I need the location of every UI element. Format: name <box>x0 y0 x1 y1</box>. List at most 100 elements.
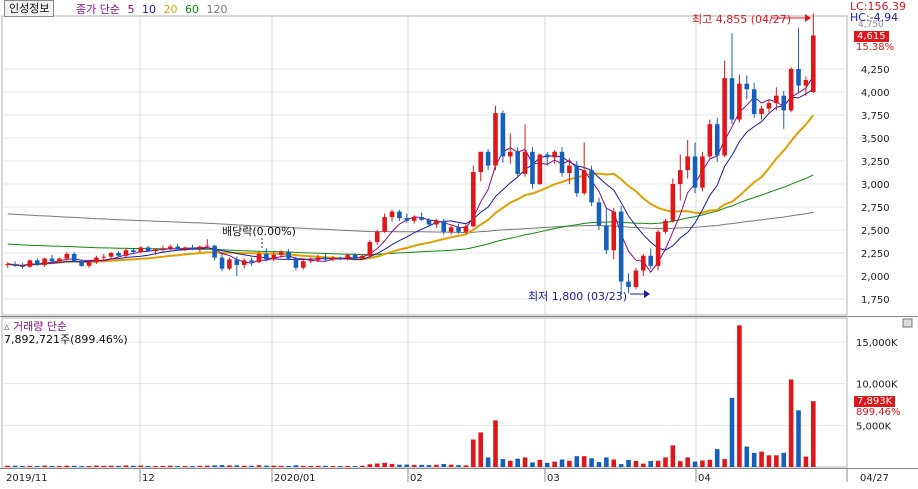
price-tick-label: 1,750 <box>861 295 890 306</box>
volume-bar <box>596 462 602 467</box>
price-frame <box>1 15 848 316</box>
ma60-label[interactable]: 60 <box>185 3 199 16</box>
volume-bar <box>249 465 254 467</box>
volume-bar <box>714 449 720 467</box>
candle-body <box>241 260 247 265</box>
candle-body <box>766 103 772 109</box>
date-tick-label: 2020/01 <box>274 473 316 484</box>
candle-body <box>663 220 668 232</box>
high-annotation: 최고 4,855 (04/27) <box>692 13 792 26</box>
price-pane <box>1 13 848 316</box>
volume-bar <box>86 466 92 467</box>
volume-bar <box>641 463 646 467</box>
price-tick-label: 3,500 <box>861 134 890 145</box>
candle-body <box>581 170 587 194</box>
price-tick-label: 2,000 <box>861 272 890 283</box>
candle-body <box>441 220 447 232</box>
volume-bar <box>337 466 343 468</box>
volume-bar <box>552 461 557 467</box>
candle-body <box>367 241 373 256</box>
candle-body <box>493 113 498 166</box>
candle-body <box>544 154 550 158</box>
stock-info-button[interactable]: 인성정보 <box>4 0 55 17</box>
candle-body <box>301 261 306 268</box>
volume-bar <box>515 458 520 467</box>
candle-body <box>774 95 779 104</box>
volume-bar <box>478 432 484 467</box>
volume-bar <box>707 459 713 467</box>
candle-body <box>116 253 121 256</box>
candle-body <box>234 259 240 265</box>
candle-body <box>670 184 676 221</box>
volume-bar <box>803 456 809 467</box>
candle-body <box>803 80 809 86</box>
candle-body <box>537 154 543 184</box>
volume-frame <box>1 317 848 468</box>
candle-body <box>574 165 580 194</box>
volume-bar <box>589 458 594 467</box>
current-volume-badge: 7,893K <box>854 396 896 407</box>
candle-body <box>626 281 631 288</box>
candle-body <box>641 255 646 271</box>
candle-body <box>722 78 727 156</box>
candle-body <box>463 226 469 232</box>
volume-bar <box>197 465 203 467</box>
volume-bar <box>308 466 314 467</box>
volume-bar <box>27 465 33 467</box>
indicator-name: 종가 단순 <box>76 3 120 16</box>
volume-bar <box>766 455 772 467</box>
volume-bar <box>94 465 99 467</box>
volume-bar <box>404 464 410 467</box>
ma20-label[interactable]: 20 <box>163 3 177 16</box>
candle-body <box>759 108 764 115</box>
volume-bar <box>567 460 572 467</box>
candle-body <box>49 258 55 262</box>
candle-body <box>714 124 720 156</box>
candle-body <box>382 217 387 232</box>
candle-body <box>751 89 757 115</box>
volume-bar <box>101 465 107 467</box>
volume-bar <box>434 464 439 467</box>
volume-tick-label: 15,000K <box>856 338 898 349</box>
candle-body <box>315 257 321 261</box>
volume-tick-label: 10,000K <box>856 380 898 391</box>
volume-bar <box>663 457 668 467</box>
candle-body <box>655 231 661 266</box>
volume-bar <box>271 465 277 467</box>
volume-bar <box>633 461 639 467</box>
volume-bar <box>522 457 528 467</box>
volume-bar <box>241 465 247 467</box>
ma5-label[interactable]: 5 <box>127 3 134 16</box>
candle-body <box>57 258 62 262</box>
volume-bar <box>12 465 18 467</box>
volume-tick-label: 5,000K <box>856 421 892 432</box>
candle-body <box>796 69 801 86</box>
volume-bar <box>123 465 129 467</box>
volume-bar <box>212 465 217 467</box>
volume-bar <box>759 451 764 467</box>
candle-body <box>811 35 816 92</box>
candle-body <box>160 248 166 250</box>
volume-pane <box>1 317 848 468</box>
volume-bar <box>264 465 269 467</box>
volume-bar <box>42 465 47 467</box>
volume-bar <box>796 410 801 467</box>
candle-body <box>618 211 624 282</box>
volume-bar <box>574 456 580 467</box>
ma120-label[interactable]: 120 <box>206 3 227 16</box>
volume-bar <box>737 325 742 467</box>
ma10-label[interactable]: 10 <box>142 3 156 16</box>
current-change-label: 15.38% <box>856 42 895 53</box>
volume-bar <box>145 465 151 467</box>
volume-bar <box>234 465 240 467</box>
candle-body <box>456 227 461 232</box>
volume-bar <box>500 459 506 467</box>
volume-bar <box>323 465 328 467</box>
candle-body <box>478 151 484 173</box>
candle-body <box>64 253 70 259</box>
candle-body <box>256 253 262 263</box>
volume-bar <box>471 439 476 467</box>
candle-body <box>530 151 535 184</box>
candle-body <box>71 253 77 262</box>
volume-bar <box>175 465 180 467</box>
